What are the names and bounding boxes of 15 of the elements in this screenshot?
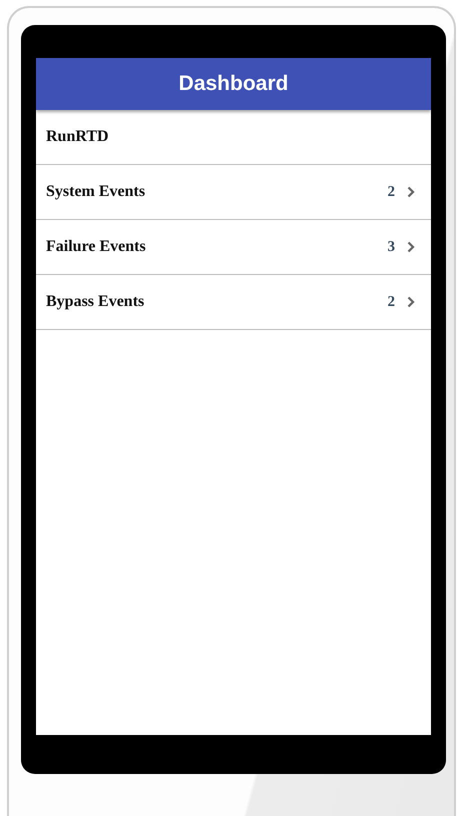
item-count: 3 xyxy=(388,238,395,256)
item-count: 2 xyxy=(388,184,395,200)
list-item[interactable]: System Events 2 xyxy=(36,165,431,220)
list-item[interactable]: Bypass Events 2 xyxy=(36,275,431,330)
list-item[interactable]: RunRTD xyxy=(36,110,431,165)
item-label: Failure Events xyxy=(46,238,147,256)
item-label: Bypass Events xyxy=(46,293,146,311)
item-label: RunRTD xyxy=(46,128,110,146)
item-label: System Events xyxy=(46,183,146,201)
list-item[interactable]: Failure Events 3 xyxy=(36,220,431,275)
chevron-right-icon xyxy=(407,186,415,198)
chevron-right-icon xyxy=(407,296,415,308)
chevron-right-icon xyxy=(407,241,415,253)
item-count: 2 xyxy=(388,294,395,310)
header-title: Dashboard xyxy=(178,72,288,96)
